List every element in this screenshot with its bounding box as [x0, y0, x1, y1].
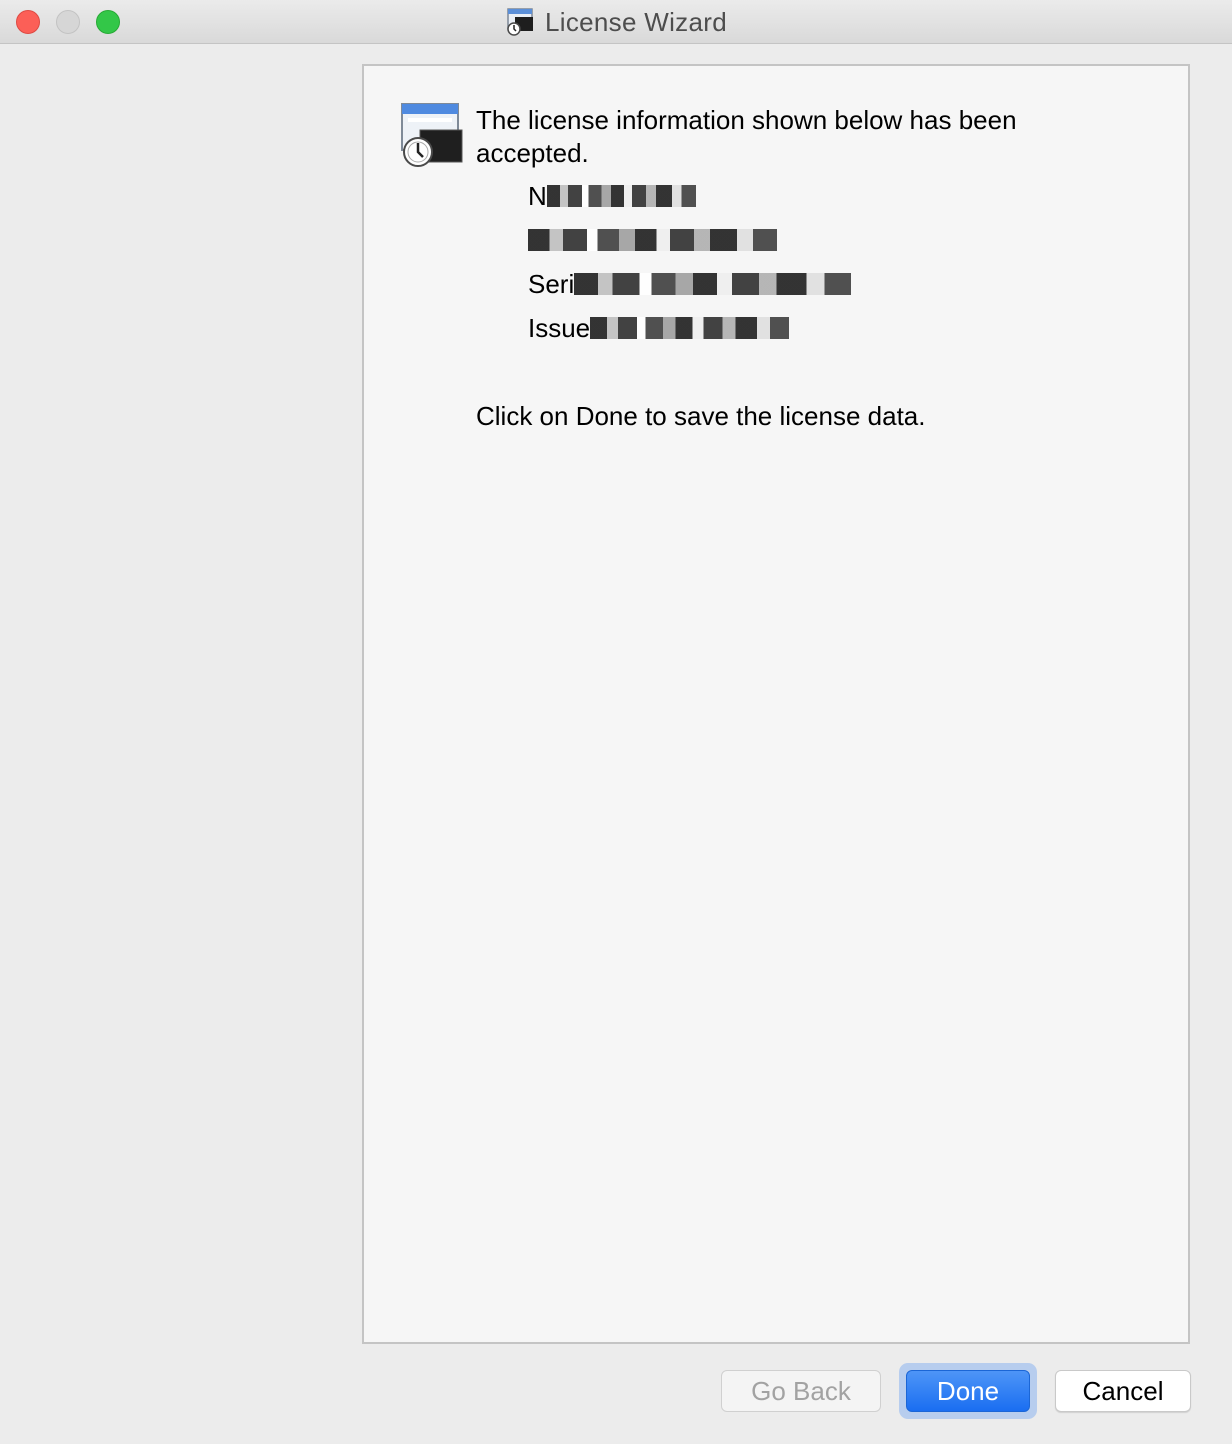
- title-bar[interactable]: License Wizard: [0, 0, 1232, 44]
- license-name-label: N: [528, 181, 547, 211]
- window-title-group: License Wizard: [0, 0, 1232, 44]
- license-info-list: N Seri Issue: [528, 178, 1128, 354]
- redacted-issue-date: [590, 317, 805, 340]
- license-serial-line: Seri: [528, 266, 1128, 310]
- license-issue-date-label: Issue: [528, 313, 591, 343]
- license-wizard-window: License Wizard The license information s…: [0, 0, 1232, 1444]
- wizard-content-panel: The license information shown below has …: [362, 64, 1190, 1344]
- redacted-name: [546, 185, 707, 208]
- redacted-serial: [574, 273, 873, 296]
- cancel-button[interactable]: Cancel: [1055, 1370, 1191, 1412]
- license-serial-label: Seri: [528, 269, 575, 299]
- license-name-line: N: [528, 178, 1128, 222]
- window-title: License Wizard: [545, 6, 727, 37]
- license-email-line: [528, 222, 1128, 266]
- redacted-email: [528, 229, 796, 252]
- license-issue-date-line: Issue: [528, 310, 1128, 354]
- license-wizard-icon: [401, 103, 463, 167]
- done-button[interactable]: Done: [906, 1370, 1030, 1412]
- license-wizard-icon: [507, 8, 534, 36]
- save-instruction: Click on Done to save the license data.: [476, 401, 926, 431]
- acceptance-message: The license information shown below has …: [476, 105, 1017, 168]
- go-back-button[interactable]: Go Back: [721, 1370, 881, 1412]
